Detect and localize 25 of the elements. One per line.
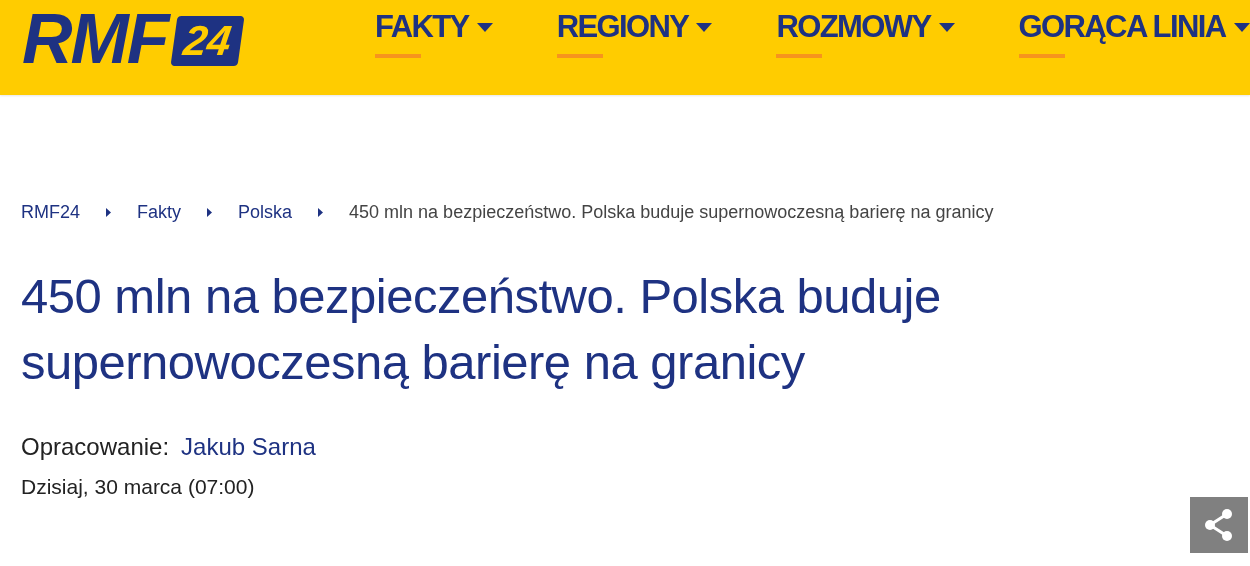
logo-badge[interactable]: 24 [170, 15, 244, 67]
nav-link[interactable]: GORĄCA LINIA [1018, 8, 1226, 46]
nav-underline [776, 54, 823, 58]
breadcrumb-link[interactable]: RMF24 [21, 202, 80, 223]
nav-link[interactable]: ROZMOWY [776, 8, 931, 46]
share-button[interactable] [1190, 497, 1248, 553]
caret-icon [1233, 22, 1250, 32]
nav-link[interactable]: FAKTY [375, 8, 469, 46]
chevron-icon [106, 208, 111, 217]
nav-link[interactable]: REGIONY [556, 8, 689, 46]
nav-underline [375, 54, 421, 58]
nav-underline [1018, 54, 1065, 58]
author-link[interactable]: Jakub Sarna [181, 433, 316, 461]
breadcrumb-link[interactable]: Polska [238, 202, 293, 223]
caret-icon [476, 22, 493, 32]
author-label: Opracowanie: [21, 433, 170, 461]
chevron-icon [318, 208, 324, 217]
article-title: 450 mln na bezpieczeństwo. Polska buduje supernowoczesną barierę na granicy [21, 268, 942, 391]
caret-icon [696, 22, 713, 32]
caret-icon [938, 22, 955, 32]
page-title-text: 450 mln na bezpieczeństwo. Polska buduje supernowoczesną barierę na granicy [349, 202, 994, 223]
chevron-icon [207, 208, 213, 217]
nav-underline [556, 54, 603, 58]
publish-date: Dzisiaj, 30 marca (07:00) [21, 475, 256, 499]
breadcrumb-link[interactable]: Fakty [137, 202, 182, 223]
